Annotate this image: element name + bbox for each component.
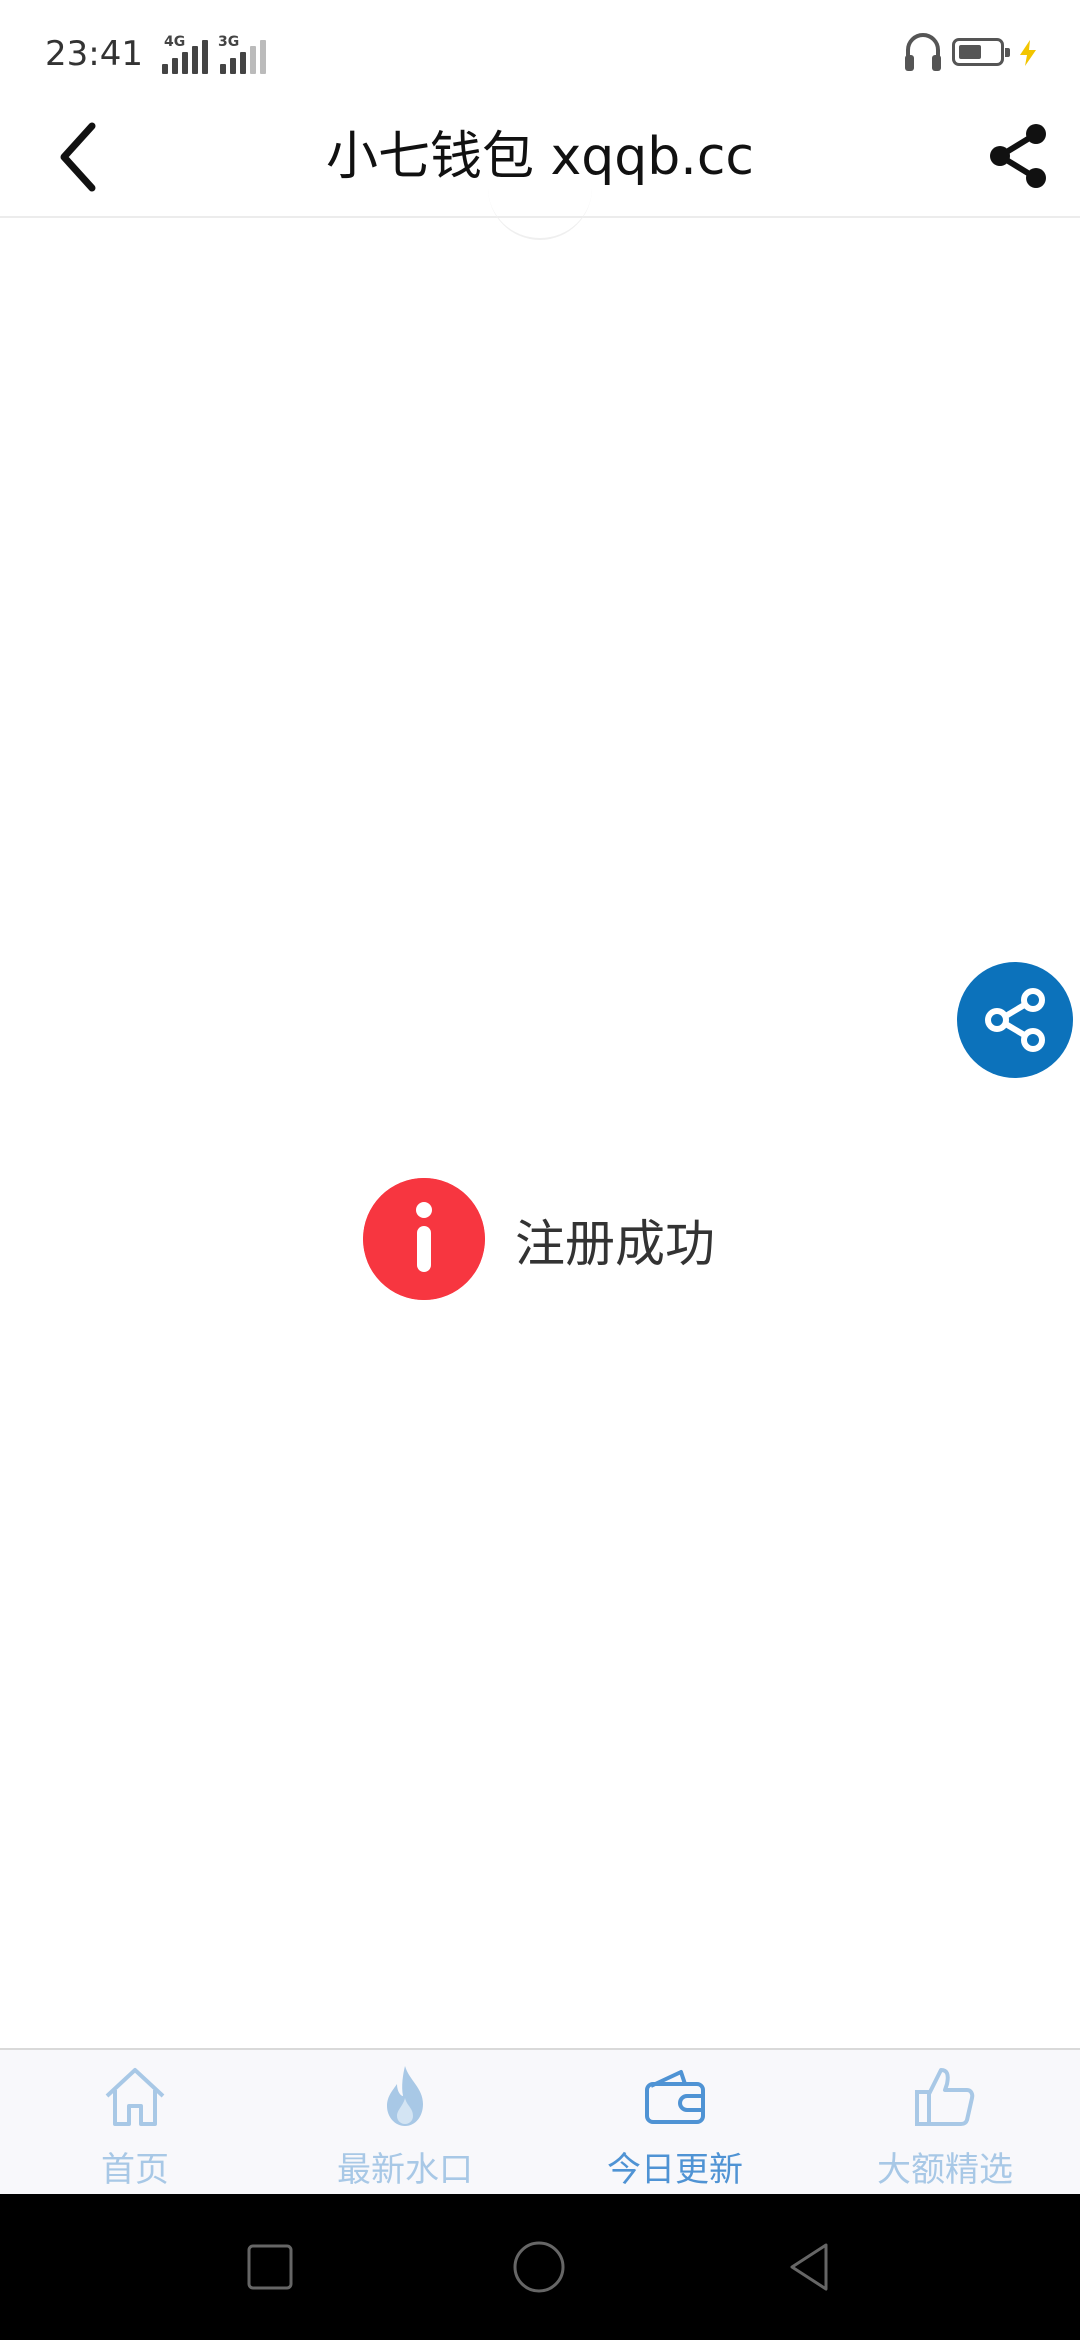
signal-3g-icon: 3G [218, 34, 268, 74]
floating-share-button[interactable] [957, 962, 1073, 1078]
home-circle-icon[interactable] [513, 2241, 565, 2293]
network-type-2: 3G [218, 34, 240, 50]
battery-icon [952, 38, 1010, 66]
loading-circle-edge [488, 178, 592, 240]
fire-icon [387, 2066, 423, 2126]
tab-latest[interactable]: 最新水口 [270, 2050, 540, 2196]
tab-today[interactable]: 今日更新 [540, 2050, 810, 2196]
bottom-tab-bar: 首页 最新水口 今日更新 大额精选 [0, 2048, 1080, 2194]
tab-home-label: 首页 [101, 2150, 169, 2190]
tab-home[interactable]: 首页 [0, 2050, 270, 2196]
thumbs-up-icon [915, 2068, 975, 2126]
home-icon [105, 2068, 165, 2126]
web-content [0, 218, 1080, 2048]
tab-latest-label: 最新水口 [337, 2150, 473, 2190]
status-time: 23:41 [45, 34, 143, 74]
headphone-icon [905, 33, 941, 71]
signal-4g-icon: 4G [148, 34, 210, 74]
share-icon[interactable] [982, 120, 1054, 192]
tab-today-label: 今日更新 [607, 2150, 743, 2190]
tab-featured[interactable]: 大额精选 [810, 2050, 1080, 2196]
charging-icon [1020, 40, 1036, 66]
info-icon [363, 1178, 485, 1300]
share-icon [985, 988, 1045, 1052]
network-type-1: 4G [164, 34, 186, 50]
system-navigation-bar [0, 2194, 1080, 2340]
wallet-icon [645, 2070, 705, 2124]
tab-featured-label: 大额精选 [877, 2150, 1013, 2190]
back-triangle-icon[interactable] [784, 2241, 836, 2293]
recents-icon[interactable] [244, 2241, 296, 2293]
status-bar: 23:41 4G 3G [0, 0, 1080, 100]
toast-text: 注册成功 [515, 1215, 715, 1273]
